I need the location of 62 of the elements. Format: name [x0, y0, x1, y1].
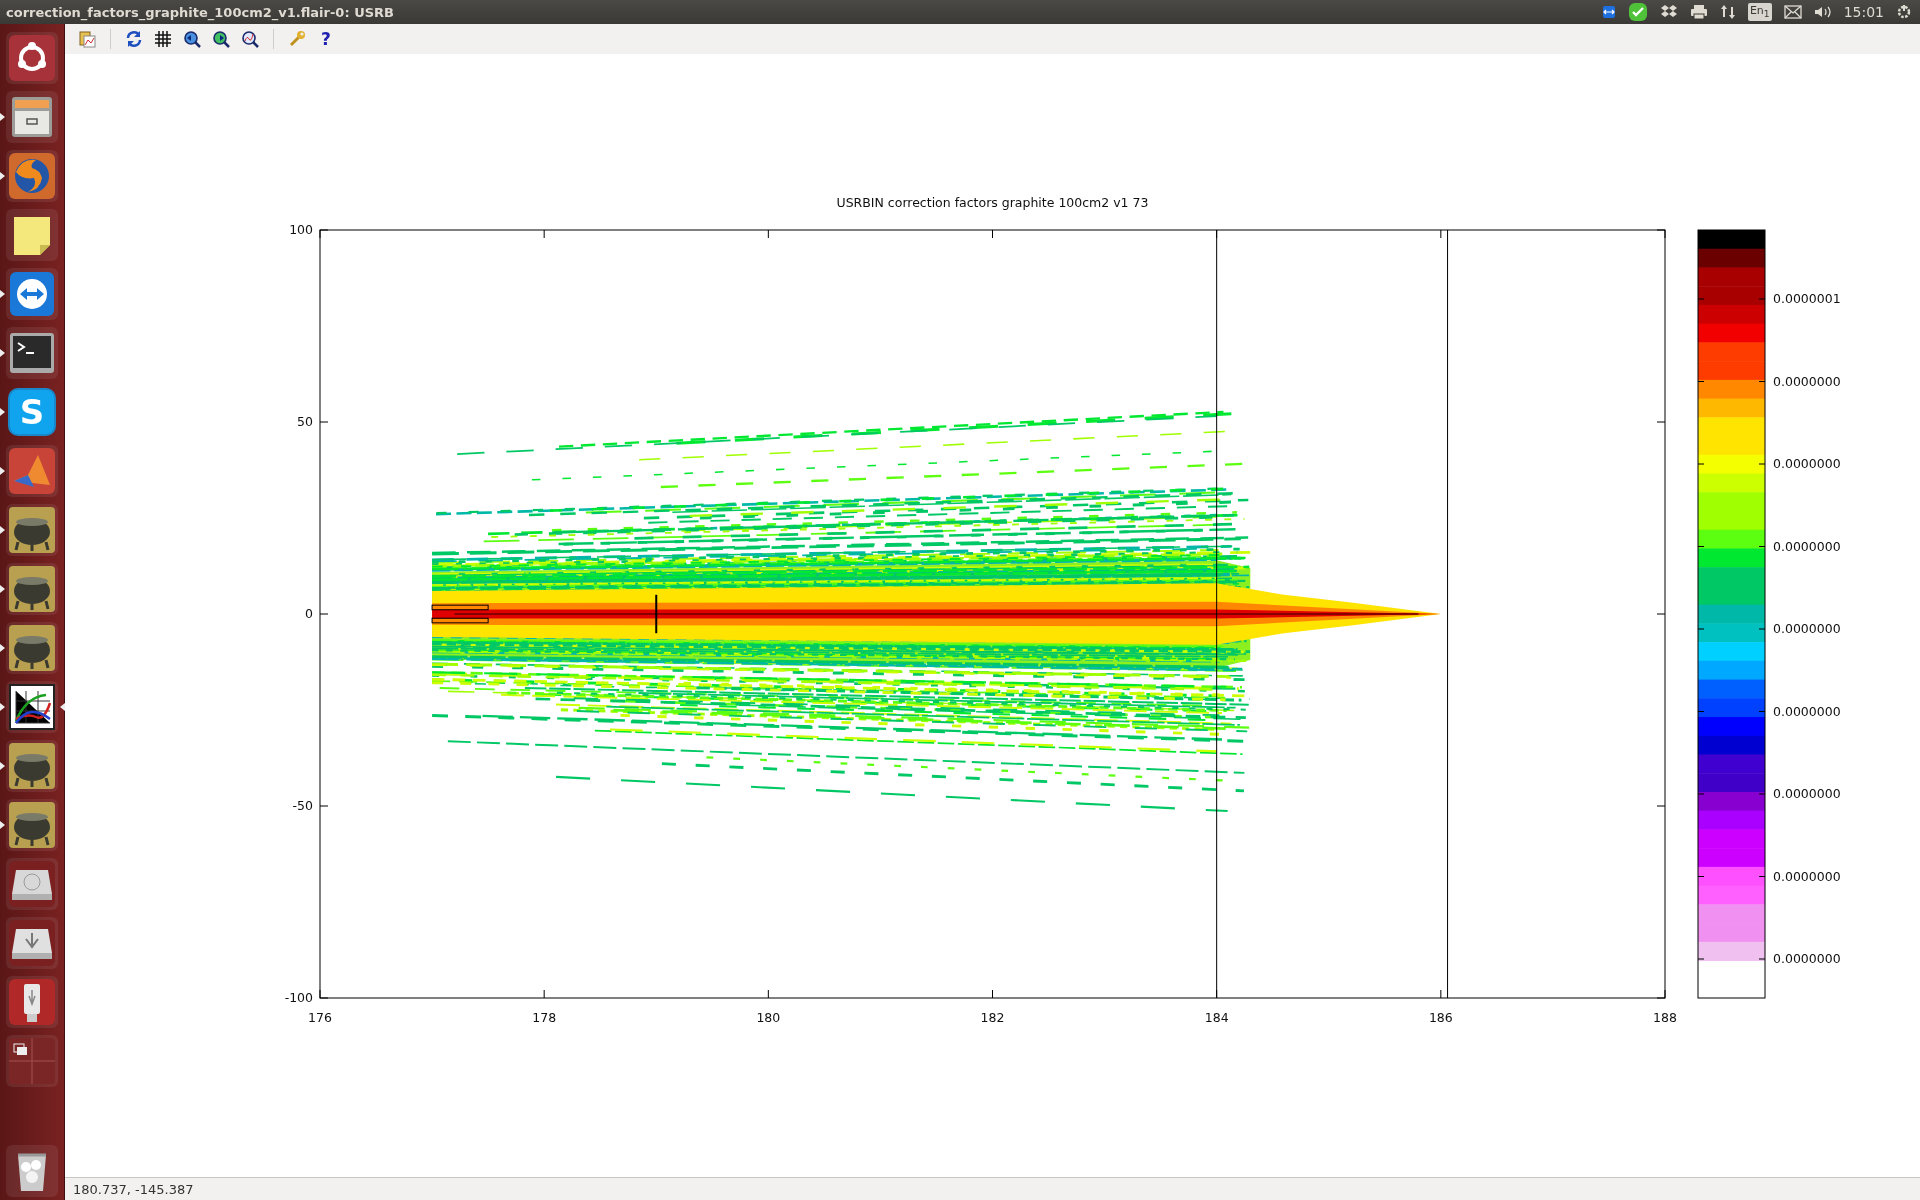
color-scale-label: 0.0000000: [1773, 868, 1841, 884]
x-axis-tick-label: 180: [756, 1010, 781, 1025]
launcher-button[interactable]: [6, 31, 58, 84]
launcher-button[interactable]: [6, 208, 58, 261]
cauldron-icon: [8, 564, 56, 613]
disk-drive-icon: [8, 859, 56, 908]
color-scale-label: 0.0000000: [1773, 703, 1841, 719]
cauldron-icon: [8, 741, 56, 790]
circle-logo-icon: [8, 33, 56, 82]
network-arrows-icon: [1719, 4, 1736, 20]
launcher-button[interactable]: [6, 267, 58, 320]
geometry-outline: [431, 617, 489, 624]
launcher-button[interactable]: [6, 90, 58, 143]
y-axis-tick-label: 100: [289, 222, 313, 237]
x-axis-tick-label: 186: [1428, 1010, 1453, 1025]
line-chart-icon: [8, 682, 56, 731]
printer-icon: [1689, 4, 1708, 20]
y-axis-tick-label: -50: [292, 798, 313, 813]
color-scale-label: 0.0000000: [1773, 951, 1841, 966]
remote-control-icon: [1601, 5, 1616, 19]
launcher-button[interactable]: [6, 680, 58, 733]
x-axis-tick-label: 176: [308, 1010, 332, 1025]
color-scale-label: 0.0000000: [1773, 786, 1841, 801]
keyboard-layout-indicator[interactable]: En$_{1}$: [1747, 3, 1772, 21]
x-axis-tick-label: 178: [532, 1010, 557, 1025]
plot-title: USRBIN correction factors graphite 100cm2 v1 73: [836, 195, 1149, 210]
globe-icon: [8, 151, 56, 200]
x-axis-tick-label: 184: [1204, 1010, 1229, 1025]
volume-icon: [1813, 5, 1832, 19]
box-cloud-icon: [1659, 4, 1678, 20]
check-status-icon: [1627, 2, 1648, 22]
geometry-outline: [431, 604, 489, 611]
mail-icon: [1783, 5, 1802, 19]
y-axis-tick-label: 0: [305, 606, 313, 621]
usb-drive-icon: [8, 918, 56, 967]
launcher-button[interactable]: [6, 975, 58, 1028]
color-scale-label: 0.0000000: [1773, 621, 1841, 636]
launcher-button[interactable]: [6, 1034, 58, 1087]
color-scale-label: 0.0000000: [1773, 373, 1841, 389]
help-button[interactable]: ?: [314, 27, 338, 51]
launcher-button[interactable]: [6, 857, 58, 910]
y-axis-tick-label: 50: [297, 414, 313, 429]
clock[interactable]: 15:01: [1843, 4, 1884, 20]
cauldron-icon: [8, 505, 56, 554]
launcher-button[interactable]: [6, 1144, 58, 1197]
x-axis-tick-label: 188: [1653, 1010, 1677, 1025]
peak-surface-icon: [8, 446, 56, 495]
window-title: correction_factors_graphite_100cm2_v1.flair-0: USRB: [6, 4, 394, 20]
color-scale-label: 0.0000000: [1773, 456, 1841, 471]
geometry-marker: [655, 594, 658, 634]
workspace-switcher-icon: [8, 1036, 56, 1085]
launcher-button[interactable]: [6, 916, 58, 969]
power-gear-icon: [1896, 4, 1912, 20]
cursor-coordinates: 180.737, -145.387: [73, 1181, 194, 1197]
cauldron-icon: [8, 800, 56, 849]
x-axis-tick-label: 182: [980, 1010, 1005, 1025]
color-scale-label: 0.0000000: [1773, 538, 1841, 554]
y-axis-tick-label: -100: [284, 990, 313, 1005]
cauldron-icon: [8, 623, 56, 672]
launcher-button[interactable]: [6, 326, 58, 379]
usb-stick-icon: [8, 977, 56, 1026]
color-scale-label: 0.0000001: [1773, 291, 1841, 306]
